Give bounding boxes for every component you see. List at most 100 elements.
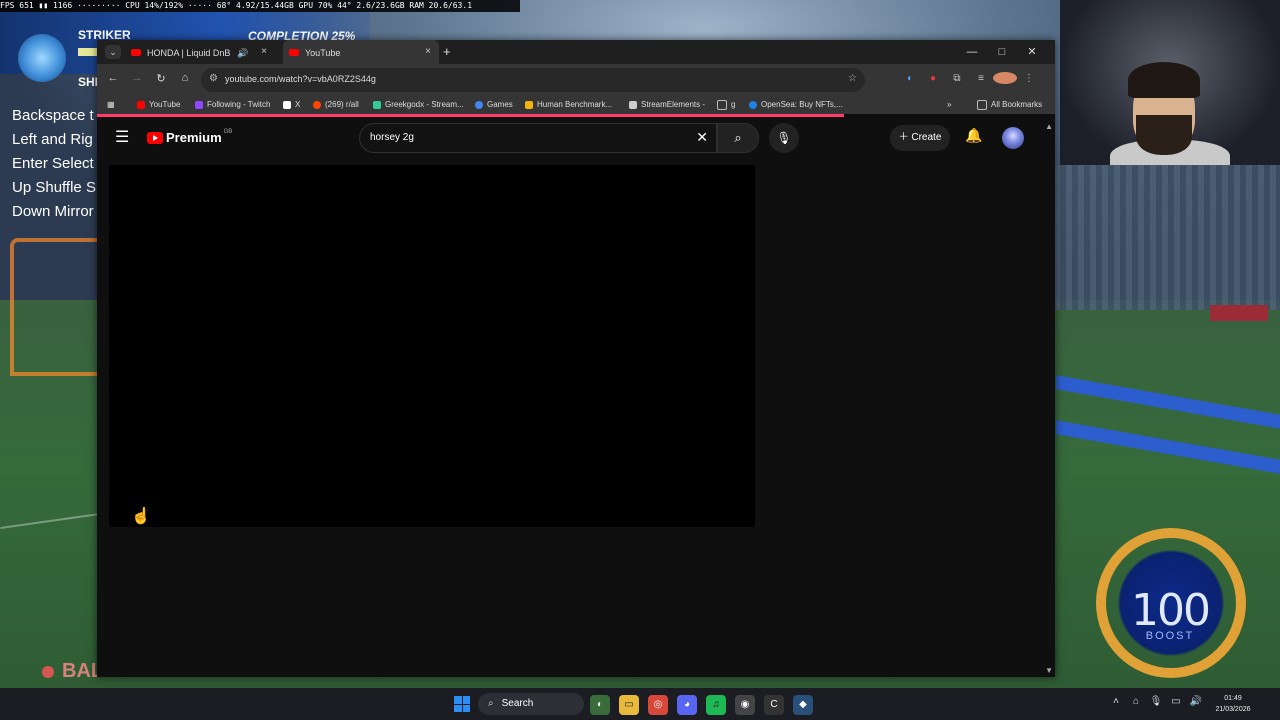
tab-strip: ⌄ HONDA | Liquid DnB / Jung 🔊 × YouTube ×… <box>97 40 1055 64</box>
webcam-feed <box>1060 0 1280 165</box>
rocket-league-icon[interactable]: ◆ <box>793 695 813 715</box>
profile-avatar <box>993 72 1017 84</box>
apps-grid-icon[interactable]: ▦ <box>107 96 115 114</box>
tab-close-icon[interactable]: × <box>425 40 431 64</box>
clear-search-icon[interactable]: ✕ <box>696 129 708 146</box>
ccleaner-icon[interactable]: C <box>764 695 784 715</box>
taskbar-search[interactable]: ⌕ Search <box>478 693 584 715</box>
youtube-logo-text: Premium <box>166 130 222 146</box>
bookmark-label: YouTube <box>149 100 181 109</box>
maximize-button[interactable]: □ <box>987 40 1017 64</box>
microphone-icon: 🎙 <box>776 131 792 145</box>
volume-icon[interactable]: 🔊 <box>1186 696 1206 707</box>
streamer-hair <box>1128 62 1200 98</box>
notifications-bell-icon[interactable]: 🔔 <box>965 127 982 144</box>
tab-close-icon[interactable]: × <box>261 40 267 64</box>
scroll-up-arrow-icon[interactable]: ▲ <box>1045 122 1053 131</box>
bookmark-label: g <box>731 100 736 109</box>
address-url[interactable]: youtube.com/watch?v=vbA0RZ2S44g <box>225 74 376 84</box>
google-icon <box>475 100 483 109</box>
extension-icon[interactable]: ◖ <box>897 73 921 84</box>
display-icon[interactable]: ▭ <box>1166 696 1186 707</box>
bookmark-reddit[interactable]: (269) r/all <box>313 96 359 114</box>
bookmark-label: Following - Twitch <box>207 100 271 109</box>
hamburger-menu-icon[interactable]: ☰ <box>115 127 129 147</box>
start-button[interactable] <box>454 696 470 712</box>
browser-toolbar: ← → ↻ ⌂ ⚙ youtube.com/watch?v=vbA0RZ2S44… <box>97 64 1055 96</box>
youtube-header: ☰ Premium GB horsey 2g ✕ ⌕ 🎙 ＋ Create 🔔 <box>97 117 1055 161</box>
reload-button[interactable]: ↻ <box>153 72 169 85</box>
bookmark-games[interactable]: Games <box>475 96 513 114</box>
extension-icons: ◖ ● ⧉ ≡ ⋮ <box>897 72 1041 84</box>
forward-button[interactable]: → <box>129 72 145 84</box>
youtube-logo[interactable]: Premium GB <box>147 129 232 147</box>
scroll-down-arrow-icon[interactable]: ▼ <box>1045 666 1053 675</box>
bookmark-opensea[interactable]: OpenSea: Buy NFTs,... <box>749 96 843 114</box>
all-bookmarks-folder[interactable]: All Bookmarks <box>977 96 1042 114</box>
system-tray: ˄ ⌂ 🎙 ▭ 🔊 <box>1106 696 1206 707</box>
bookmark-folder-g[interactable]: g <box>717 96 735 114</box>
goal-frame <box>10 238 106 376</box>
system-clock[interactable]: 01:49 21/03/2026 <box>1206 693 1260 715</box>
bookmark-label: Games <box>487 100 513 109</box>
extension-icon[interactable]: ● <box>921 73 945 84</box>
mic-icon[interactable]: 🎙 <box>1146 696 1166 707</box>
account-avatar[interactable] <box>1002 127 1024 149</box>
bookmark-star-icon[interactable]: ☆ <box>848 73 857 84</box>
spotify-icon[interactable]: ♫ <box>706 695 726 715</box>
bookmark-streamelements[interactable]: StreamElements - <box>629 96 705 114</box>
tray-overflow-icon[interactable]: ˄ <box>1106 696 1126 707</box>
windows-logo-icon <box>462 704 470 712</box>
bookmark-youtube[interactable]: YouTube <box>137 96 180 114</box>
create-label: Create <box>911 132 942 143</box>
bookmark-twitch[interactable]: Following - Twitch <box>195 96 270 114</box>
widgets-icon[interactable]: ◐ <box>590 695 610 715</box>
bookmarks-overflow-button[interactable]: » <box>947 96 951 114</box>
file-explorer-icon[interactable]: ▭ <box>619 695 639 715</box>
discord-icon[interactable]: ◕ <box>677 695 697 715</box>
x-icon <box>283 100 291 109</box>
search-button[interactable]: ⌕ <box>717 123 759 153</box>
close-window-button[interactable]: ✕ <box>1017 40 1047 64</box>
back-button[interactable]: ← <box>105 72 121 84</box>
reading-list-icon[interactable]: ≡ <box>969 73 993 84</box>
control-hint: Up Shuffle S <box>12 179 96 196</box>
create-button[interactable]: ＋ Create <box>890 125 950 151</box>
bookmark-label: OpenSea: Buy NFTs,... <box>761 100 843 109</box>
speaker-icon[interactable]: 🔊 <box>237 41 248 64</box>
youtube-favicon-icon <box>289 49 299 57</box>
extensions-puzzle-icon[interactable]: ⧉ <box>945 73 969 84</box>
browser-menu-icon[interactable]: ⋮ <box>1017 73 1041 84</box>
performance-stats: FPS 651 ▮▮ 1166 ········· CPU 14%/192% ·… <box>0 1 473 10</box>
control-hints: Backspace t Left and Rig Enter Select Up… <box>12 104 96 224</box>
youtube-play-icon <box>147 131 163 144</box>
challenge-subtitle: SHI <box>78 75 99 89</box>
chrome-icon[interactable]: ◎ <box>648 695 668 715</box>
voice-search-button[interactable]: 🎙 <box>769 123 799 153</box>
bookmark-human-benchmark[interactable]: Human Benchmark... <box>525 96 612 114</box>
profile-icon[interactable] <box>993 72 1017 84</box>
address-bar[interactable]: ⚙ youtube.com/watch?v=vbA0RZ2S44g ☆ <box>201 68 865 92</box>
bookmark-greekgodx[interactable]: Greekgodx - Stream... <box>373 96 464 114</box>
home-button[interactable]: ⌂ <box>177 72 193 84</box>
video-player[interactable] <box>109 165 755 527</box>
site-info-icon[interactable]: ⚙ <box>209 73 218 84</box>
tab-honda[interactable]: HONDA | Liquid DnB / Jung 🔊 × <box>125 40 275 64</box>
search-query[interactable]: horsey 2g <box>370 132 414 143</box>
minimize-button[interactable]: — <box>957 40 987 64</box>
plus-icon: ＋ <box>898 132 912 143</box>
network-icon[interactable]: ⌂ <box>1126 696 1146 707</box>
new-tab-button[interactable]: + <box>443 40 451 64</box>
clock-date: 21/03/2026 <box>1215 706 1251 713</box>
bookmark-x[interactable]: X <box>283 96 300 114</box>
control-hint: Down Mirror <box>12 203 94 220</box>
youtube-region-label: GB <box>223 129 233 135</box>
taskbar-search-label: Search <box>501 698 534 709</box>
opensea-icon <box>749 100 757 109</box>
obs-icon[interactable]: ◉ <box>735 695 755 715</box>
youtube-search-input[interactable]: horsey 2g ✕ <box>359 123 717 153</box>
tab-youtube[interactable]: YouTube × <box>283 40 439 64</box>
tab-title: YouTube <box>305 47 341 58</box>
boost-value: 100 <box>1131 585 1211 636</box>
tab-search-button[interactable]: ⌄ <box>105 45 121 59</box>
